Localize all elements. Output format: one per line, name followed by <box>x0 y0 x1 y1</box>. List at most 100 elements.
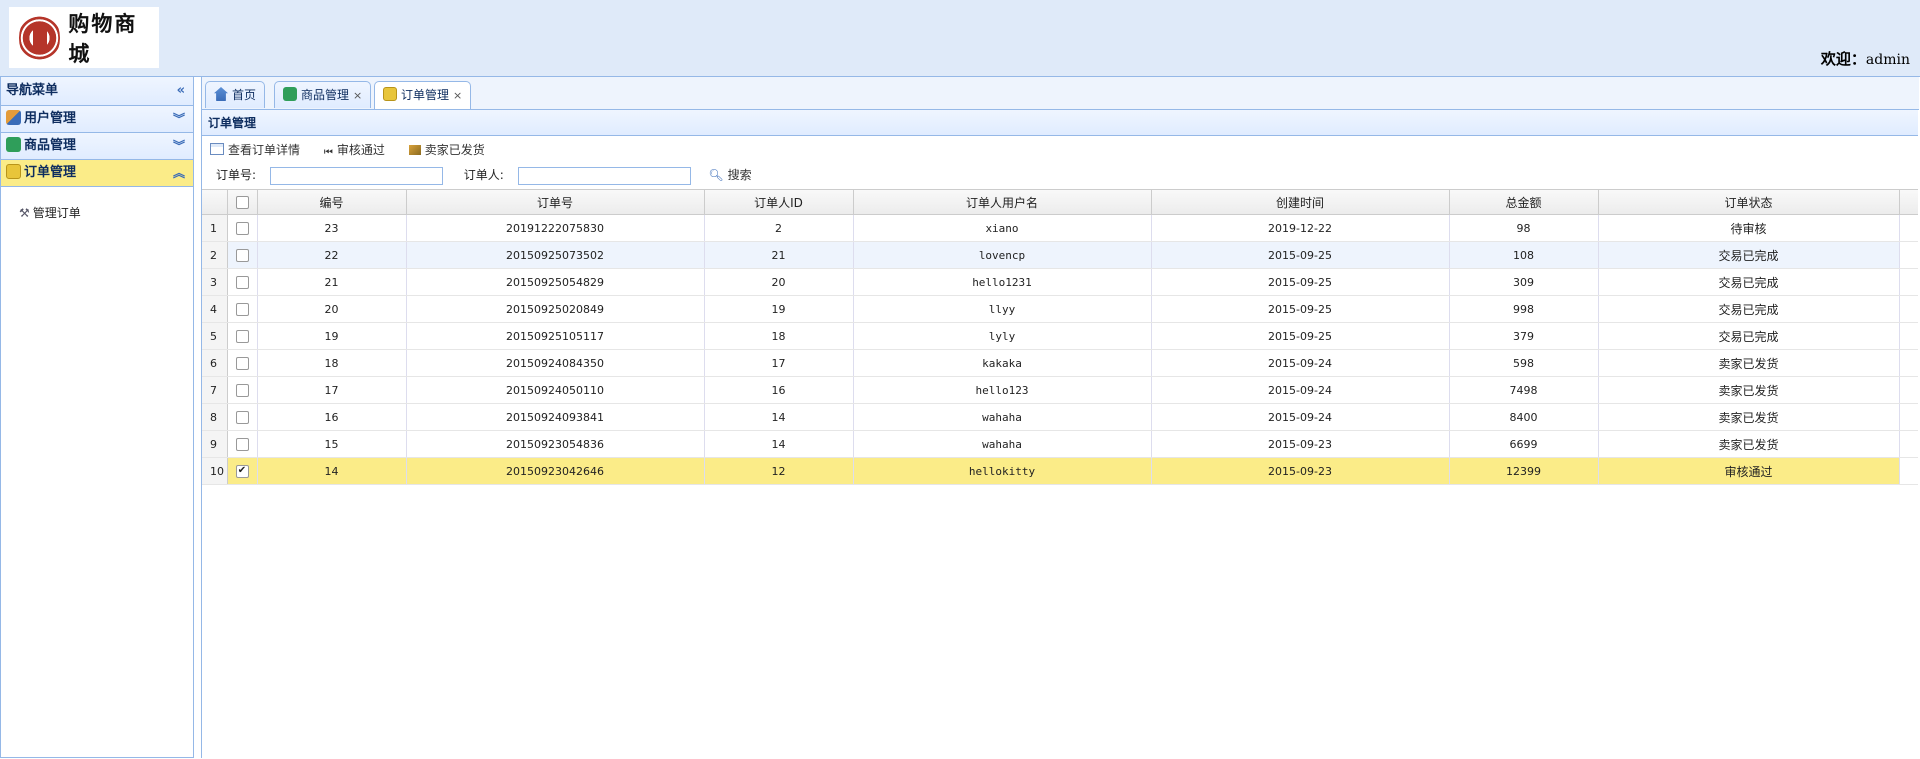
cell-user-id: 14 <box>704 430 854 458</box>
cell-created: 2019-12-22 <box>1151 214 1450 242</box>
cell-total: 7498 <box>1449 376 1599 404</box>
cell-status: 卖家已发货 <box>1598 403 1900 431</box>
table-row[interactable]: 4 20 20150925020849 19 llyy 2015-09-25 998 交易已完… <box>202 295 1918 323</box>
row-checkbox[interactable] <box>235 275 249 289</box>
logo-seal-icon <box>19 11 61 64</box>
cell-user-id: 19 <box>704 295 854 323</box>
row-checkbox[interactable] <box>235 383 249 397</box>
cell-total: 12399 <box>1449 457 1599 485</box>
row-number-header <box>202 190 228 215</box>
cell-created: 2015-09-25 <box>1151 241 1450 269</box>
column-header-created[interactable]: 创建时间 <box>1151 190 1450 215</box>
table-row[interactable]: 1 23 20191222075830 2 xiano 2019-12-22 98 待审核 <box>202 214 1918 242</box>
close-tab-icon[interactable]: × <box>353 89 362 102</box>
welcome-message: 欢迎：admin <box>1821 48 1910 69</box>
cell-username: llyy <box>853 295 1152 323</box>
nav-title: 导航菜单 « <box>1 77 193 106</box>
row-number: 9 <box>202 430 228 458</box>
orderer-label: 订单人: <box>463 168 504 182</box>
welcome-label: 欢迎： <box>1820 50 1866 68</box>
search-button[interactable]: 🔍︎ 搜索 <box>708 168 751 182</box>
table-row[interactable]: 5 19 20150925105117 18 lyly 2015-09-25 379 交易已完… <box>202 322 1918 350</box>
cell-user-id: 2 <box>704 214 854 242</box>
approve-label: 审核通过 <box>336 143 385 157</box>
table-icon <box>210 143 224 155</box>
approve-button[interactable]: ⏮ 审核通过 <box>324 139 385 161</box>
search-bar: 订单号: 订单人: 🔍︎ 搜索 <box>202 164 1920 186</box>
expand-chevron-icon[interactable]: ︾ <box>173 133 185 159</box>
row-number: 5 <box>202 322 228 350</box>
row-checkbox[interactable] <box>235 329 249 343</box>
column-header-id[interactable]: 编号 <box>257 190 407 215</box>
cell-created: 2015-09-23 <box>1151 430 1450 458</box>
cell-user-id: 16 <box>704 376 854 404</box>
cell-total: 598 <box>1449 349 1599 377</box>
scrollbar-spacer <box>1899 268 1918 296</box>
cell-user-id: 17 <box>704 349 854 377</box>
table-row[interactable]: 7 17 20150924050110 16 hello123 2015-09-24 749… <box>202 376 1918 404</box>
tab-home-label: 首页 <box>232 88 257 102</box>
table-row[interactable]: 8 16 20150924093841 14 wahaha 2015-09-24 8400 卖… <box>202 403 1918 431</box>
nav-sidebar: 导航菜单 « 用户管理 ︾ 商品管理 ︾ 订单管理 ︽ ⚒ 管理订单 <box>0 77 194 758</box>
tab-home[interactable]: 首页 <box>205 81 266 108</box>
column-header-username[interactable]: 订单人用户名 <box>853 190 1152 215</box>
row-checkbox[interactable] <box>235 221 249 235</box>
cell-id: 21 <box>257 268 407 296</box>
row-checkbox[interactable]: ✔ <box>235 464 249 478</box>
username: admin <box>1865 52 1910 68</box>
close-tab-icon[interactable]: × <box>453 89 462 102</box>
collapse-sidebar-icon[interactable]: « <box>177 77 185 105</box>
row-checkbox[interactable] <box>235 410 249 424</box>
table-row[interactable]: 10 ✔ 14 20150923042646 12 hellokitty 2015-09-2… <box>202 457 1918 485</box>
tab-orders[interactable]: 订单管理 × <box>374 81 472 109</box>
view-order-detail-label: 查看订单详情 <box>228 143 301 157</box>
column-header-status[interactable]: 订单状态 <box>1598 190 1900 215</box>
cell-status: 待审核 <box>1598 214 1900 242</box>
nav-group-products[interactable]: 商品管理 ︾ <box>1 133 193 160</box>
scrollbar-spacer <box>1899 190 1918 215</box>
row-checkbox[interactable] <box>235 356 249 370</box>
cell-order-no: 20150924084350 <box>406 349 705 377</box>
select-all-header <box>227 190 258 215</box>
cell-created: 2015-09-24 <box>1151 349 1450 377</box>
cell-username: hello1231 <box>853 268 1152 296</box>
row-select-cell <box>227 241 258 269</box>
table-row[interactable]: 9 15 20150923054836 14 wahaha 2015-09-23 6699 卖… <box>202 430 1918 458</box>
tab-products[interactable]: 商品管理 × <box>274 81 372 108</box>
row-number: 6 <box>202 349 228 377</box>
nav-group-users[interactable]: 用户管理 ︾ <box>1 106 193 133</box>
collapse-chevron-icon[interactable]: ︽ <box>173 160 185 186</box>
cell-id: 14 <box>257 457 407 485</box>
cell-status: 交易已完成 <box>1598 241 1900 269</box>
column-header-user-id[interactable]: 订单人ID <box>704 190 854 215</box>
row-checkbox[interactable] <box>235 302 249 316</box>
cell-total: 309 <box>1449 268 1599 296</box>
column-header-order-no[interactable]: 订单号 <box>406 190 705 215</box>
column-header-total[interactable]: 总金额 <box>1449 190 1599 215</box>
scrollbar-spacer <box>1899 376 1918 404</box>
cell-total: 8400 <box>1449 403 1599 431</box>
cell-status: 交易已完成 <box>1598 268 1900 296</box>
nav-group-orders[interactable]: 订单管理 ︽ <box>1 160 193 187</box>
table-row[interactable]: 2 22 20150925073502 21 lovencp 2015-09-25 108 交… <box>202 241 1918 269</box>
search-icon: 🔍︎ <box>708 168 724 182</box>
cell-user-id: 14 <box>704 403 854 431</box>
orderer-input[interactable] <box>517 166 691 185</box>
view-order-detail-button[interactable]: 查看订单详情 <box>210 139 300 161</box>
site-logo: 购物商城 <box>9 7 159 68</box>
row-number: 2 <box>202 241 228 269</box>
search-button-label: 搜索 <box>727 168 752 182</box>
cell-order-no: 20150925020849 <box>406 295 705 323</box>
mark-shipped-button[interactable]: 卖家已发货 <box>408 139 485 161</box>
expand-chevron-icon[interactable]: ︾ <box>173 106 185 132</box>
table-row[interactable]: 6 18 20150924084350 17 kakaka 2015-09-24 598 卖家… <box>202 349 1918 377</box>
panel-title: 订单管理 <box>202 110 1918 136</box>
row-checkbox[interactable] <box>235 437 249 451</box>
table-row[interactable]: 3 21 20150925054829 20 hello1231 2015-09-25 30… <box>202 268 1918 296</box>
cell-order-no: 20150925073502 <box>406 241 705 269</box>
nav-item-manage-orders[interactable]: ⚒ 管理订单 <box>1 187 193 225</box>
select-all-checkbox[interactable] <box>235 196 249 209</box>
row-checkbox[interactable] <box>235 248 249 262</box>
order-no-input[interactable] <box>269 166 443 185</box>
cell-total: 998 <box>1449 295 1599 323</box>
